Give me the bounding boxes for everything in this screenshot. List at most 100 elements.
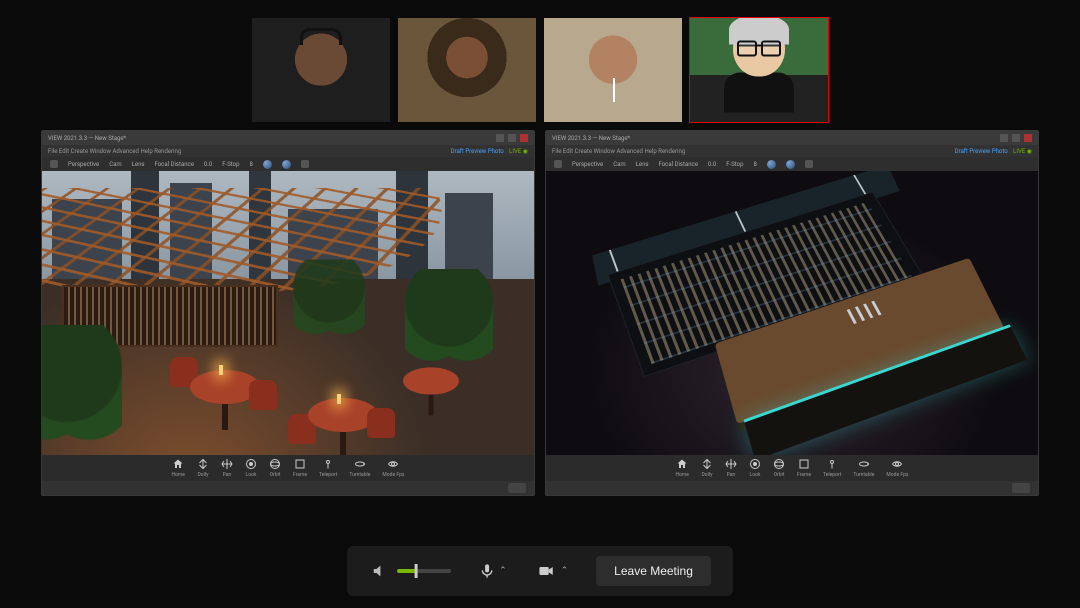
toolbar-toggle-icon[interactable] — [301, 160, 309, 168]
volume-slider[interactable] — [397, 569, 451, 573]
tab-photo[interactable]: Photo — [992, 148, 1008, 155]
participant-grid — [0, 0, 1080, 122]
hamburger-icon[interactable] — [50, 160, 58, 168]
microphone-button[interactable]: ⌃ — [479, 561, 507, 581]
focal-value[interactable]: 0.0 — [204, 161, 212, 168]
shared-window-right[interactable]: VIEW 2021.3.3 — New Stage* File Edit Cre… — [545, 130, 1039, 496]
menu-help[interactable]: Help — [644, 148, 656, 155]
volume-control[interactable] — [369, 563, 451, 579]
participant-video-3 — [544, 18, 682, 122]
nav-home[interactable]: Home — [676, 458, 689, 478]
fstop-value[interactable]: 8 — [753, 161, 756, 168]
nav-teleport[interactable]: Teleport — [319, 458, 337, 478]
participant-tile-2[interactable] — [398, 18, 536, 122]
window-titlebar-right[interactable]: VIEW 2021.3.3 — New Stage* — [546, 131, 1038, 145]
nav-frame[interactable]: Frame — [797, 458, 811, 478]
nav-orbit[interactable]: Orbit — [269, 458, 281, 478]
menu-help[interactable]: Help — [140, 148, 152, 155]
nav-teleport[interactable]: Teleport — [823, 458, 841, 478]
camera-icon — [535, 563, 557, 579]
viewport-left[interactable] — [42, 171, 534, 455]
tab-preview[interactable]: Preview — [969, 148, 990, 155]
nav-turntable[interactable]: Turntable — [349, 458, 370, 478]
lens-label[interactable]: Lens — [636, 161, 649, 168]
window-title-left: VIEW 2021.3.3 — New Stage* — [48, 135, 126, 142]
nav-mode-fps[interactable]: Mode Fps — [382, 458, 404, 478]
nav-pan[interactable]: Pan — [725, 458, 737, 478]
toolbar-toggle-icon[interactable] — [805, 160, 813, 168]
cam-label[interactable]: Cam — [613, 161, 625, 168]
participant-video-1 — [252, 18, 390, 122]
camera-button[interactable]: ⌃ — [535, 563, 569, 579]
hamburger-icon[interactable] — [554, 160, 562, 168]
participant-tile-4[interactable] — [690, 18, 828, 122]
view-mode-label[interactable]: Perspective — [68, 161, 99, 168]
nav-turntable[interactable]: Turntable — [853, 458, 874, 478]
view-mode-label[interactable]: Perspective — [572, 161, 603, 168]
shared-screens-row: VIEW 2021.3.3 — New Stage* File Edit Cre… — [0, 122, 1080, 496]
nav-home[interactable]: Home — [172, 458, 185, 478]
shared-window-left[interactable]: VIEW 2021.3.3 — New Stage* File Edit Cre… — [41, 130, 535, 496]
nav-dolly[interactable]: Dolly — [701, 458, 713, 478]
lens-label[interactable]: Lens — [132, 161, 145, 168]
nav-dolly[interactable]: Dolly — [197, 458, 209, 478]
nav-orbit[interactable]: Orbit — [773, 458, 785, 478]
material-sphere-icon[interactable] — [282, 160, 291, 169]
chevron-up-icon[interactable]: ⌃ — [499, 566, 507, 576]
menu-create[interactable]: Create — [71, 148, 88, 155]
menu-file[interactable]: File — [552, 148, 561, 155]
tab-draft[interactable]: Draft — [955, 148, 968, 155]
material-sphere-icon[interactable] — [786, 160, 795, 169]
microphone-icon — [479, 561, 495, 581]
menu-window[interactable]: Window — [90, 148, 111, 155]
menu-advanced[interactable]: Advanced — [113, 148, 139, 155]
menu-window[interactable]: Window — [594, 148, 615, 155]
maximize-icon[interactable] — [508, 134, 516, 142]
menu-edit[interactable]: Edit — [563, 148, 573, 155]
minimize-icon[interactable] — [496, 134, 504, 142]
status-badge[interactable] — [508, 483, 526, 493]
fstop-label: F-Stop — [222, 161, 239, 168]
fstop-label: F-Stop — [726, 161, 743, 168]
nav-look[interactable]: Look — [245, 458, 257, 478]
maximize-icon[interactable] — [1012, 134, 1020, 142]
menubar-right: File Edit Create Window Advanced Help Re… — [546, 145, 1038, 157]
volume-thumb[interactable] — [414, 564, 417, 578]
leave-meeting-button[interactable]: Leave Meeting — [596, 556, 711, 586]
chevron-up-icon[interactable]: ⌃ — [561, 566, 569, 576]
menu-create[interactable]: Create — [575, 148, 592, 155]
cam-label[interactable]: Cam — [109, 161, 121, 168]
tab-photo[interactable]: Photo — [488, 148, 504, 155]
cloud-icon[interactable]: ◉ — [523, 148, 528, 155]
cloud-icon[interactable]: ◉ — [1027, 148, 1032, 155]
focal-value[interactable]: 0.0 — [708, 161, 716, 168]
status-badge[interactable] — [1012, 483, 1030, 493]
close-icon[interactable] — [520, 134, 528, 142]
tab-draft[interactable]: Draft — [451, 148, 464, 155]
nav-mode-fps[interactable]: Mode Fps — [886, 458, 908, 478]
nav-frame[interactable]: Frame — [293, 458, 307, 478]
menu-rendering[interactable]: Rendering — [154, 148, 181, 155]
material-sphere-icon[interactable] — [767, 160, 776, 169]
participant-tile-1[interactable] — [252, 18, 390, 122]
meeting-controls: ⌃ ⌃ Leave Meeting — [347, 546, 733, 596]
menu-edit[interactable]: Edit — [59, 148, 69, 155]
menu-rendering[interactable]: Rendering — [658, 148, 685, 155]
material-sphere-icon[interactable] — [263, 160, 272, 169]
viewport-toolbar-right: Perspective Cam Lens Focal Distance 0.0 … — [546, 157, 1038, 171]
nav-look[interactable]: Look — [749, 458, 761, 478]
participant-tile-3[interactable] — [544, 18, 682, 122]
minimize-icon[interactable] — [1000, 134, 1008, 142]
fstop-value[interactable]: 8 — [249, 161, 252, 168]
menu-file[interactable]: File — [48, 148, 57, 155]
participant-video-2 — [398, 18, 536, 122]
menubar-left: File Edit Create Window Advanced Help Re… — [42, 145, 534, 157]
tab-preview[interactable]: Preview — [465, 148, 486, 155]
focal-label: Focal Distance — [659, 161, 698, 168]
close-icon[interactable] — [1024, 134, 1032, 142]
nav-pan[interactable]: Pan — [221, 458, 233, 478]
menu-advanced[interactable]: Advanced — [617, 148, 643, 155]
window-titlebar-left[interactable]: VIEW 2021.3.3 — New Stage* — [42, 131, 534, 145]
viewport-right[interactable] — [546, 171, 1038, 455]
statusbar-right — [546, 481, 1038, 495]
